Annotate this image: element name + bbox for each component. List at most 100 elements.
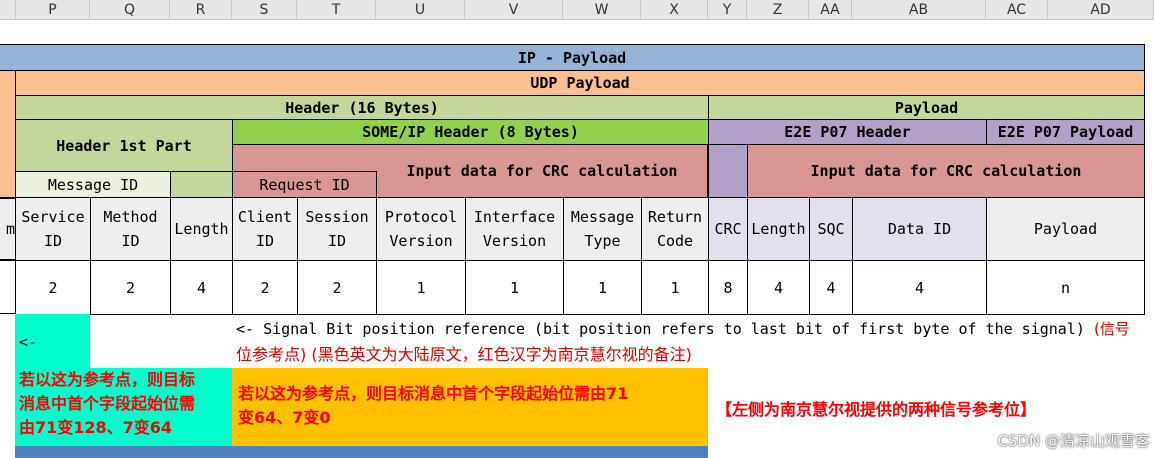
payload-band[interactable]: Payload (708, 95, 1145, 120)
message-id-cell[interactable]: Message ID (15, 171, 171, 198)
size-cell[interactable]: 1 (641, 260, 709, 315)
e2e-payload-label: E2E P07 Payload (997, 123, 1134, 141)
teal-note: 若以这为参考点，则目标 消息中首个字段起始位需 由71变128、7变64 (15, 368, 233, 446)
signal-bit-note-en: <- Signal Bit position reference (bit po… (236, 320, 1085, 338)
field-return-code[interactable]: Return Code (641, 197, 709, 261)
column-header-AA[interactable]: AA (809, 0, 852, 20)
side-note: 【左侧为南京慧尔视提供的两种信号参考位】 (716, 394, 1136, 422)
field-method-id[interactable]: Method ID (90, 197, 171, 261)
field-label-line1: Message (570, 208, 635, 226)
field-label-line1: Data ID (887, 220, 952, 238)
column-header-AC[interactable]: AC (986, 0, 1048, 20)
field-message-type[interactable]: Message Type (563, 197, 642, 261)
field-payload[interactable]: Payload (986, 197, 1145, 261)
column-header-Q[interactable]: Q (90, 0, 170, 20)
someip-header-label: SOME/IP Header (8 Bytes) (362, 123, 579, 141)
size-cell[interactable]: 1 (465, 260, 564, 315)
size-cell[interactable]: 8 (708, 260, 748, 315)
watermark: CSDN @清凉山观雪客 (944, 428, 1150, 452)
bottom-blue-strip (15, 446, 708, 458)
crc-input-right-label: Input data for CRC calculation (810, 162, 1082, 180)
field-length[interactable]: Length (170, 197, 233, 261)
column-header-X[interactable]: X (641, 0, 708, 20)
field-label-line1: Method (103, 208, 158, 226)
size-cell[interactable]: 2 (297, 260, 377, 315)
column-header-W[interactable]: W (563, 0, 641, 20)
request-id-cell[interactable]: Request ID (232, 171, 377, 198)
size-cell[interactable]: 4 (170, 260, 233, 315)
size-cell[interactable]: 4 (852, 260, 987, 315)
field-label-line2: ID (43, 232, 63, 250)
field-session-id[interactable]: Session ID (297, 197, 377, 261)
udp-payload-label: UDP Payload (530, 74, 630, 92)
e2e-header-band[interactable]: E2E P07 Header (708, 119, 987, 145)
ip-payload-band[interactable]: IP - Payload (0, 44, 1145, 71)
field-label-line2: Version (482, 232, 547, 250)
column-header-P[interactable]: P (16, 0, 90, 20)
crc-input-left-label: Input data for CRC calculation (406, 162, 678, 180)
request-id-label: Request ID (259, 175, 350, 194)
e2e-payload-band[interactable]: E2E P07 Payload (986, 119, 1145, 145)
field-client-id[interactable]: Client ID (232, 197, 298, 261)
column-header-R[interactable]: R (170, 0, 232, 20)
message-id-label: Message ID (47, 175, 139, 194)
column-header-T[interactable]: T (297, 0, 376, 20)
field-label-line1: Length (751, 220, 806, 238)
size-cell[interactable]: 1 (563, 260, 642, 315)
orange-note: 若以这为参考点，则目标消息中首个字段起始位需由71 变64、7变0 (232, 368, 708, 446)
partial-field-label: m (5, 220, 15, 238)
header-1st-part[interactable]: Header 1st Part (15, 119, 233, 172)
column-header-U[interactable]: U (376, 0, 465, 20)
field-label-line2: Version (389, 232, 453, 250)
crc-input-right[interactable]: Input data for CRC calculation (747, 144, 1145, 198)
size-cell[interactable]: 1 (376, 260, 466, 315)
watermark-text: CSDN @清凉山观雪客 (997, 431, 1150, 450)
column-header-Y[interactable]: Y (708, 0, 747, 20)
field-label-line1: Protocol (384, 208, 458, 226)
size-cell[interactable]: 2 (232, 260, 298, 315)
field-label-line1: Client (237, 208, 293, 226)
column-header-Z[interactable]: Z (747, 0, 809, 20)
field-e2e-length[interactable]: Length (747, 197, 810, 261)
column-header-AB[interactable]: AB (852, 0, 986, 20)
teal-arrow-cell[interactable]: <- (15, 314, 90, 369)
column-header-AD[interactable]: AD (1048, 0, 1154, 20)
signal-bit-note-cn1: (信号 (1093, 320, 1130, 338)
column-header-S[interactable]: S (232, 0, 297, 20)
field-data-id[interactable]: Data ID (852, 197, 987, 261)
e2e-header-label: E2E P07 Header (784, 123, 911, 141)
size-cell[interactable]: 4 (809, 260, 853, 315)
field-sqc[interactable]: SQC (809, 197, 853, 261)
field-label-line1: Length (174, 220, 229, 238)
e2e-crc-filler[interactable] (708, 144, 748, 198)
header-16-bytes-band[interactable]: Header (16 Bytes) (15, 95, 709, 120)
payload-band-label: Payload (894, 98, 959, 117)
signal-bit-note-cn2: 位参考点) (黑色英文为大陆原文，红色汉字为南京慧尔视的备注) (236, 345, 692, 364)
size-cell[interactable]: 2 (90, 260, 171, 315)
column-header-O[interactable] (0, 0, 16, 20)
column-header-V[interactable]: V (465, 0, 563, 20)
someip-header-band[interactable]: SOME/IP Header (8 Bytes) (232, 119, 709, 145)
crc-input-left[interactable]: Input data for CRC calculation (377, 145, 708, 197)
partial-size-cell[interactable] (0, 260, 16, 314)
field-label-line1: Return (647, 208, 703, 226)
field-label-line2: Code (656, 232, 694, 250)
size-cell[interactable]: n (986, 260, 1145, 315)
orange-note-line2: 变64、7变0 (238, 408, 331, 427)
header-1st-part-filler[interactable] (170, 171, 233, 198)
teal-note-line3: 由71变128、7变64 (19, 418, 173, 437)
field-protocol-version[interactable]: Protocol Version (376, 197, 466, 261)
partial-field-cell[interactable]: m (0, 198, 16, 260)
size-cell[interactable]: 2 (15, 260, 91, 315)
field-crc[interactable]: CRC (708, 197, 748, 261)
field-interface-version[interactable]: Interface Version (465, 197, 564, 261)
field-label-line2: Type (584, 232, 621, 250)
partial-peach-cell[interactable] (0, 70, 16, 198)
udp-payload-band[interactable]: UDP Payload (15, 70, 1145, 96)
field-label-line2: ID (121, 232, 140, 250)
field-label-line1: CRC (714, 220, 742, 238)
field-label-line2: ID (327, 232, 347, 250)
header-1st-part-label: Header 1st Part (56, 136, 192, 155)
size-cell[interactable]: 4 (747, 260, 810, 315)
field-service-id[interactable]: Service ID (15, 197, 91, 261)
